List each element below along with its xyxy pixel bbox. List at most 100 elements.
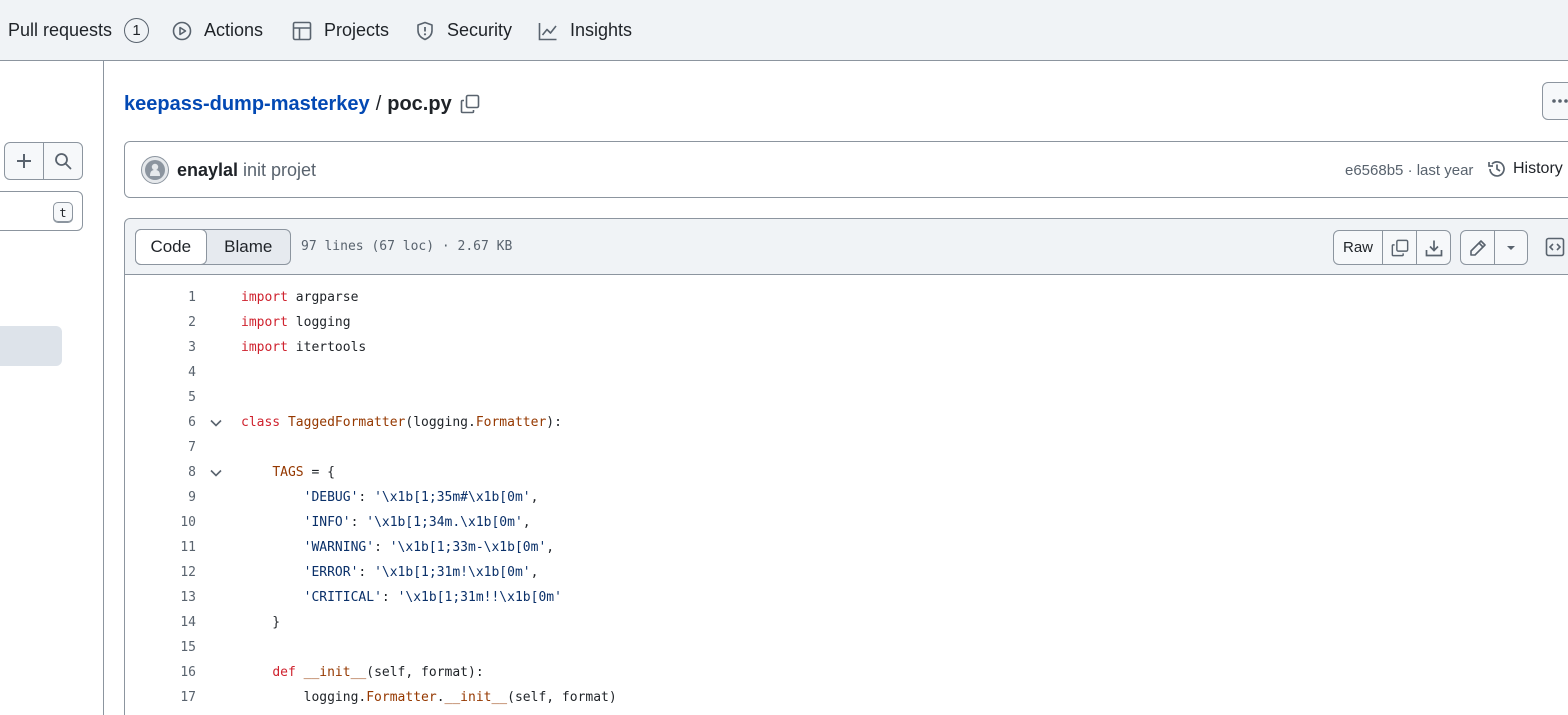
copy-raw-button[interactable] <box>1383 231 1417 264</box>
line-number[interactable]: 4 <box>125 365 196 380</box>
code-line: 15 <box>125 635 1565 660</box>
add-file-button[interactable] <box>4 142 44 180</box>
code-line: 16 def __init__(self, format): <box>125 660 1565 685</box>
search-files-button[interactable] <box>43 142 83 180</box>
code-text: import itertools <box>241 340 367 355</box>
edit-file-button[interactable] <box>1461 231 1495 264</box>
go-to-file-input[interactable]: t <box>0 191 83 231</box>
avatar[interactable] <box>141 156 169 184</box>
line-number[interactable]: 8 <box>125 465 196 480</box>
commit-sha-time[interactable]: e6568b5 · last year <box>1345 162 1473 179</box>
line-number[interactable]: 13 <box>125 590 196 605</box>
code-text: import logging <box>241 315 351 330</box>
edit-actions-group <box>1460 230 1528 265</box>
code-text: } <box>241 615 281 630</box>
line-number[interactable]: 16 <box>125 665 196 680</box>
line-number[interactable]: 14 <box>125 615 196 630</box>
code-line: 9 'DEBUG': '\x1b[1;35m#\x1b[0m', <box>125 485 1565 510</box>
copy-icon <box>1391 239 1408 256</box>
view-toggle: Code Blame <box>135 229 291 265</box>
code-line: 10 'INFO': '\x1b[1;34m.\x1b[0m', <box>125 510 1565 535</box>
code-text: 'CRITICAL': '\x1b[1;31m!!\x1b[0m' <box>303 590 562 605</box>
repo-nav: Pull requests 1 Actions Projects Securit… <box>0 0 1568 61</box>
code-line: 6 class TaggedFormatter(logging.Formatter… <box>125 410 1565 435</box>
line-number[interactable]: 15 <box>125 640 196 655</box>
nav-projects[interactable]: Projects <box>292 0 389 61</box>
nav-insights[interactable]: Insights <box>538 0 632 61</box>
line-number[interactable]: 7 <box>125 440 196 455</box>
table-icon <box>292 21 312 40</box>
latest-commit-box: enaylal init projet e6568b5 · last year … <box>124 141 1568 198</box>
shortcut-key: t <box>53 202 73 223</box>
line-number[interactable]: 5 <box>125 390 196 405</box>
code-line: 11 'WARNING': '\x1b[1;33m-\x1b[0m', <box>125 535 1565 560</box>
more-options-button[interactable] <box>1542 82 1568 120</box>
line-number[interactable]: 11 <box>125 540 196 555</box>
triangle-down-icon <box>1507 245 1515 250</box>
code-line: 2 import logging <box>125 310 1565 335</box>
raw-button[interactable]: Raw <box>1334 231 1383 264</box>
copy-icon <box>460 94 480 114</box>
graph-icon <box>538 22 557 40</box>
nav-security[interactable]: Security <box>415 0 512 61</box>
kebab-horizontal-icon <box>1552 99 1568 103</box>
code-line: 5 <box>125 385 1565 410</box>
file-info: 97 lines (67 loc) · 2.67 KB <box>301 239 513 254</box>
code-line: 4 <box>125 360 1565 385</box>
chevron-down-icon[interactable] <box>209 416 223 430</box>
shield-icon <box>417 21 433 40</box>
history-button[interactable]: History <box>1487 159 1563 179</box>
raw-actions-group: Raw <box>1333 230 1451 265</box>
nav-label: Insights <box>570 20 633 40</box>
file-header: Code Blame 97 lines (67 loc) · 2.67 KB R… <box>124 218 1568 275</box>
breadcrumb-repo-link[interactable]: keepass-dump-masterkey <box>124 93 370 116</box>
code-text: 'ERROR': '\x1b[1;31m!\x1b[0m', <box>303 565 539 580</box>
code-text: logging.Formatter.__init__(self, format) <box>241 690 617 705</box>
code-text: TAGS = { <box>272 465 335 480</box>
line-number[interactable]: 1 <box>125 290 196 305</box>
code-text: 'DEBUG': '\x1b[1;35m#\x1b[0m', <box>303 490 539 505</box>
code-text: 'WARNING': '\x1b[1;33m-\x1b[0m', <box>303 540 555 555</box>
file-tree-sidebar: t <box>0 61 104 715</box>
search-icon <box>55 153 72 170</box>
history-label: History <box>1513 160 1563 177</box>
edit-dropdown-button[interactable] <box>1495 231 1527 264</box>
symbols-panel-button[interactable] <box>1545 236 1565 258</box>
line-number[interactable]: 6 <box>125 415 196 430</box>
code-text: import argparse <box>241 290 359 305</box>
code-view: 1 import argparse 2 import logging 3 import i… <box>124 275 1568 715</box>
code-line: 13 'CRITICAL': '\x1b[1;31m!!\x1b[0m' <box>125 585 1565 610</box>
code-line: 3 import itertools <box>125 335 1565 360</box>
chevron-down-icon[interactable] <box>209 466 223 480</box>
line-number[interactable]: 9 <box>125 490 196 505</box>
tab-blame[interactable]: Blame <box>207 230 290 264</box>
line-number[interactable]: 2 <box>125 315 196 330</box>
download-icon <box>1425 240 1442 256</box>
selected-tree-item[interactable] <box>0 326 62 366</box>
code-text: def __init__(self, format): <box>272 665 484 680</box>
nav-label: Projects <box>324 20 390 40</box>
play-icon <box>172 21 192 40</box>
line-number[interactable]: 12 <box>125 565 196 580</box>
line-number[interactable]: 3 <box>125 340 196 355</box>
pull-requests-counter: 1 <box>124 18 150 43</box>
code-line: 7 <box>125 435 1565 460</box>
line-number[interactable]: 17 <box>125 690 196 705</box>
nav-label: Pull requests <box>8 20 113 40</box>
commit-message[interactable]: init projet <box>243 160 316 181</box>
copy-path-button[interactable] <box>460 94 480 114</box>
breadcrumb-file-name: poc.py <box>387 92 452 115</box>
nav-label: Actions <box>204 20 264 40</box>
code-line: 8 TAGS = { <box>125 460 1565 485</box>
tab-code[interactable]: Code <box>135 229 207 265</box>
breadcrumb: keepass-dump-masterkey / poc.py <box>124 90 480 118</box>
nav-label: Security <box>447 20 513 40</box>
commit-author[interactable]: enaylal <box>177 160 238 181</box>
code-square-icon <box>1545 237 1565 257</box>
download-button[interactable] <box>1417 231 1450 264</box>
nav-actions[interactable]: Actions <box>172 0 263 61</box>
line-number[interactable]: 10 <box>125 515 196 530</box>
code-line: 14 } <box>125 610 1565 635</box>
nav-pull-requests[interactable]: Pull requests 1 <box>8 0 150 61</box>
code-text: class TaggedFormatter(logging.Formatter)… <box>241 415 562 430</box>
